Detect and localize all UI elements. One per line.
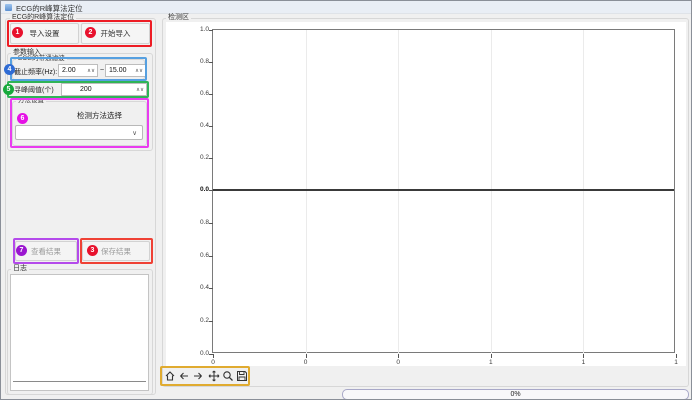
x-tick-label: 0	[396, 359, 400, 366]
spinner-arrows-icon[interactable]: ∧∨	[135, 68, 145, 74]
plot-toolbar	[163, 368, 249, 384]
start-import-label: 开始导入	[101, 28, 131, 39]
y-tick-label: 0.6	[185, 90, 209, 97]
detection-area-label: 检测区	[166, 14, 191, 22]
y-tick-mark	[209, 62, 213, 63]
y-tick-label: 0.8	[185, 219, 209, 226]
y-tick-label: 0.2	[185, 154, 209, 161]
y-tick-mark	[209, 158, 213, 159]
range-separator: ~	[100, 67, 104, 74]
x-tick-label: 1	[582, 359, 586, 366]
y-tick-label: 0.6	[185, 252, 209, 259]
y-tick-mark	[209, 30, 213, 31]
subplot-divider	[213, 189, 674, 191]
x-tick-mark	[306, 354, 307, 358]
annotation-marker-2: 2	[85, 27, 96, 38]
app-window: ECG的R峰算法定位 ECG的R峰算法定位 导入设置 开始导入 1 2 参数输入…	[0, 0, 692, 400]
log-textarea[interactable]	[10, 274, 149, 391]
annotation-marker-1: 1	[12, 27, 23, 38]
spinner-arrows-icon[interactable]: ∧∨	[136, 87, 146, 93]
annotation-marker-7: 7	[16, 245, 27, 256]
method-select-combobox[interactable]: ∨	[15, 125, 143, 140]
log-scrollbar[interactable]	[13, 381, 146, 382]
log-group-label: 日志	[11, 265, 29, 273]
y-tick-mark	[209, 223, 213, 224]
cutoff-high-value: 15.00	[106, 67, 135, 74]
y-tick-label: 0.2	[185, 317, 209, 324]
cutoff-low-spinbox[interactable]: 2.00 ∧∨	[58, 64, 98, 77]
x-tick-mark	[676, 354, 677, 358]
x-tick-mark	[583, 354, 584, 358]
left-panel-group-label: ECG的R峰算法定位	[10, 14, 76, 22]
window-title: ECG的R峰算法定位	[16, 3, 83, 14]
save-results-label: 保存结果	[101, 246, 131, 257]
gridline	[306, 30, 307, 354]
y-tick-mark	[209, 190, 213, 191]
view-results-label: 查看结果	[31, 246, 61, 257]
chevron-down-icon: ∨	[132, 129, 142, 137]
home-icon[interactable]	[163, 368, 177, 383]
annotation-marker-4: 4	[4, 64, 15, 75]
save-icon[interactable]	[235, 368, 249, 383]
peak-threshold-spinbox[interactable]: 200 ∧∨	[61, 83, 147, 96]
annotation-marker-6: 6	[17, 113, 28, 124]
import-settings-label: 导入设置	[30, 28, 60, 39]
filter-group-label: ECG的带通滤波	[16, 55, 67, 63]
y-tick-label: 0.0	[185, 186, 209, 193]
x-tick-label: 0	[304, 359, 308, 366]
back-arrow-icon[interactable]	[177, 368, 191, 383]
gridline	[583, 30, 584, 354]
method-group-label: 方法设置	[16, 97, 46, 105]
y-tick-mark	[209, 321, 213, 322]
x-tick-label: 1	[489, 359, 493, 366]
x-tick-mark	[213, 354, 214, 358]
y-tick-mark	[209, 256, 213, 257]
x-tick-label: 0	[211, 359, 215, 366]
zoom-icon[interactable]	[221, 368, 235, 383]
title-bar: ECG的R峰算法定位	[1, 1, 691, 14]
app-icon	[5, 4, 12, 11]
cutoff-high-spinbox[interactable]: 15.00 ∧∨	[105, 64, 146, 77]
gridline	[398, 30, 399, 354]
cutoff-frequency-label: 截止频率(Hz):	[14, 67, 57, 77]
y-tick-label: 0.4	[185, 284, 209, 291]
y-tick-mark	[209, 94, 213, 95]
spinner-arrows-icon[interactable]: ∧∨	[87, 68, 97, 74]
x-tick-mark	[398, 354, 399, 358]
x-tick-mark	[491, 354, 492, 358]
pan-icon[interactable]	[207, 368, 221, 383]
annotation-marker-3: 3	[87, 245, 98, 256]
y-tick-label: 0.8	[185, 58, 209, 65]
y-tick-mark	[209, 288, 213, 289]
x-tick-label: 1	[674, 359, 678, 366]
forward-arrow-icon[interactable]	[191, 368, 205, 383]
plot-area[interactable]: 1.00.80.60.40.20.00.80.60.40.20.0000111	[212, 29, 675, 353]
method-select-label: 检测方法选择	[77, 110, 122, 121]
peak-threshold-label: 寻峰阈值(个)	[14, 85, 54, 95]
cutoff-low-value: 2.00	[59, 67, 87, 74]
y-tick-label: 0.0	[185, 350, 209, 357]
progress-bar: 0%	[342, 389, 689, 400]
annotation-marker-5: 5	[3, 84, 14, 95]
progress-text: 0%	[510, 391, 520, 398]
y-tick-mark	[209, 126, 213, 127]
gridline	[491, 30, 492, 354]
y-tick-label: 0.4	[185, 122, 209, 129]
y-tick-label: 1.0	[185, 26, 209, 33]
peak-threshold-value: 200	[62, 86, 136, 93]
